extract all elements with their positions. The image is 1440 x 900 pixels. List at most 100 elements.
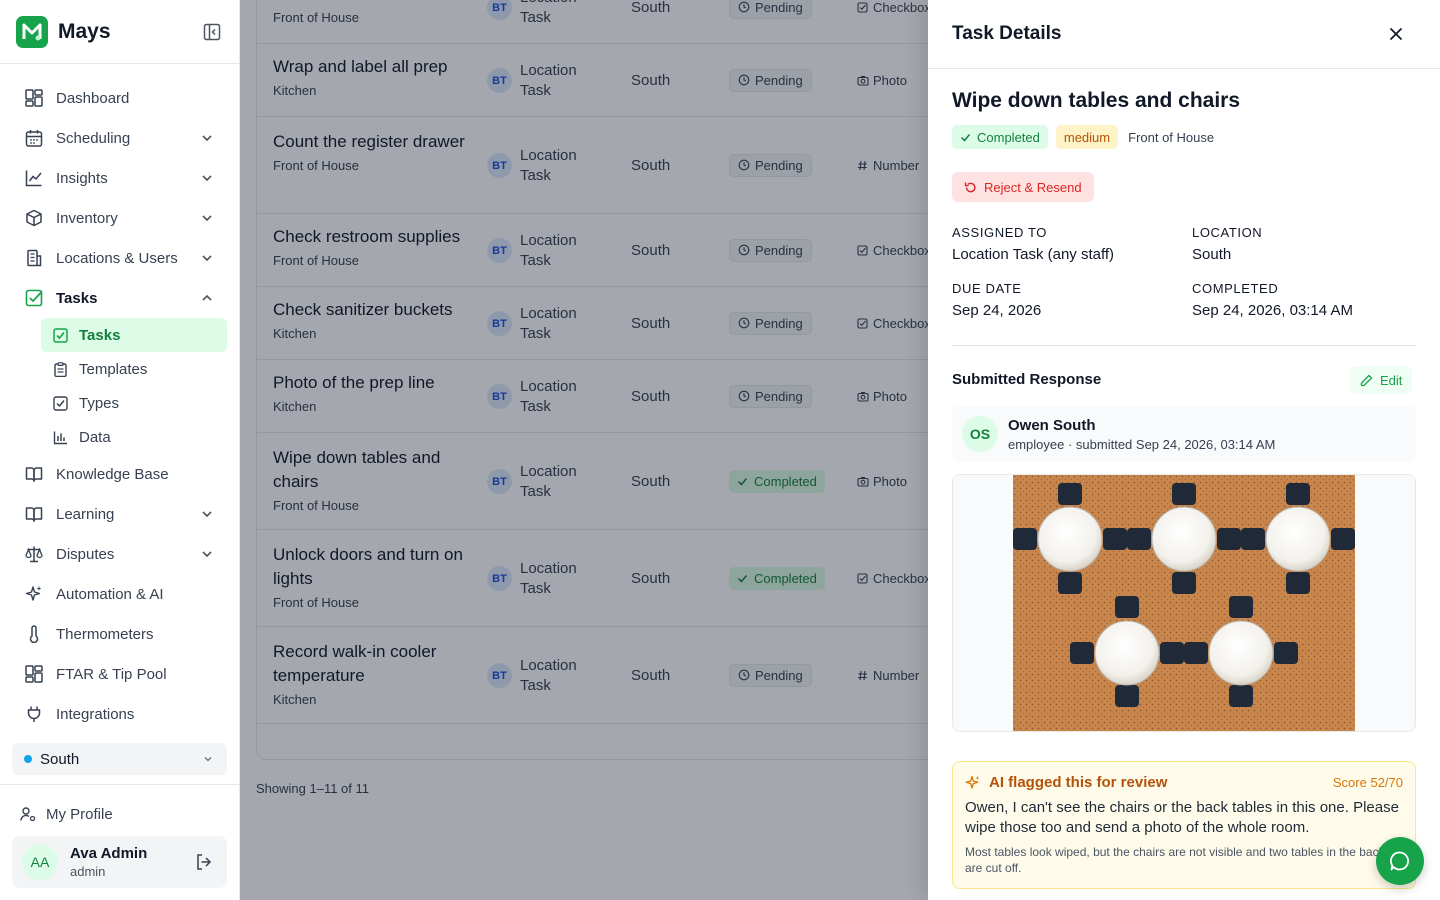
book-open-icon xyxy=(24,504,44,524)
user-card: AA Ava Admin admin xyxy=(12,836,227,888)
nav-item-learning[interactable]: Learning xyxy=(0,494,239,534)
nav-item-automation-ai[interactable]: Automation & AI xyxy=(0,574,239,614)
nav-label-dashboard: Dashboard xyxy=(56,89,130,107)
location-selector-value: South xyxy=(40,750,80,768)
chevron-down-icon xyxy=(200,211,214,225)
sparkles-icon xyxy=(24,584,44,604)
panel-title: Task Details xyxy=(952,23,1062,44)
submitted-response-title: Submitted Response xyxy=(952,371,1102,388)
nav-item-inventory[interactable]: Inventory xyxy=(0,198,239,238)
main-nav: Dashboard Scheduling Insights Inventory … xyxy=(0,64,239,734)
status-badge: Completed xyxy=(952,125,1048,149)
nav-label-knowledge-base: Knowledge Base xyxy=(56,465,169,483)
subnav-item-types[interactable]: Types xyxy=(41,386,227,420)
check-square-icon xyxy=(53,327,69,343)
nav-label-scheduling: Scheduling xyxy=(56,129,131,147)
my-profile-link[interactable]: My Profile xyxy=(20,803,113,825)
task-title: Wipe down tables and chairs xyxy=(952,89,1241,112)
line-chart-icon xyxy=(24,168,44,188)
user-role: admin xyxy=(70,864,106,879)
nav-item-thermometers[interactable]: Thermometers xyxy=(0,614,239,654)
sidebar-divider xyxy=(0,784,239,785)
submitter-meta: employee · submitted Sep 24, 2026, 03:14… xyxy=(1008,436,1276,452)
ai-review-header: AI flagged this for review Score 52/70 xyxy=(965,774,1403,791)
subnav-label-tasks: Tasks xyxy=(79,326,121,344)
subnav-label-data: Data xyxy=(79,428,111,446)
submitter-info: Owen South employee · submitted Sep 24, … xyxy=(1008,417,1275,452)
avatar: AA xyxy=(22,844,58,880)
completed-value: Sep 24, 2026, 03:14 AM xyxy=(1192,302,1353,319)
nav-item-dashboard[interactable]: Dashboard xyxy=(0,78,239,118)
ai-reason: Most tables look wiped, but the chairs a… xyxy=(965,845,1385,875)
sidebar: Mays Dashboard Scheduling Insights Inven… xyxy=(0,0,240,900)
reject-resend-button[interactable]: Reject & Resend xyxy=(952,172,1094,202)
message-circle-icon xyxy=(1389,850,1411,872)
edit-label: Edit xyxy=(1380,372,1403,388)
submitter-name: Owen South xyxy=(1008,416,1096,434)
nav-label-thermometers: Thermometers xyxy=(56,625,154,643)
nav-item-insights[interactable]: Insights xyxy=(0,158,239,198)
chat-button[interactable] xyxy=(1376,837,1424,885)
chevron-down-icon xyxy=(200,507,214,521)
nav-item-knowledge-base[interactable]: Knowledge Base xyxy=(0,454,239,494)
logout-icon[interactable] xyxy=(195,853,213,871)
close-icon[interactable] xyxy=(1386,24,1406,44)
task-details-panel: Task Details Wipe down tables and chairs… xyxy=(928,0,1440,900)
tasks-submenu: Tasks Templates Types Data xyxy=(41,318,227,454)
nav-item-disputes[interactable]: Disputes xyxy=(0,534,239,574)
ai-message: Owen, I can't see the chairs or the back… xyxy=(965,799,1399,836)
subnav-item-data[interactable]: Data xyxy=(41,420,227,454)
chevron-down-icon xyxy=(200,251,214,265)
chevron-down-icon xyxy=(200,131,214,145)
bar-chart-icon xyxy=(53,429,69,445)
book-open-icon xyxy=(24,464,44,484)
ai-score: Score 52/70 xyxy=(1332,775,1403,790)
nav-item-integrations[interactable]: Integrations xyxy=(0,694,239,734)
brand-header: Mays xyxy=(0,0,239,64)
user-name: Ava Admin xyxy=(70,845,148,862)
chevron-down-icon xyxy=(200,547,214,561)
nav-item-tasks[interactable]: Tasks xyxy=(0,278,239,318)
subnav-item-templates[interactable]: Templates xyxy=(41,352,227,386)
pencil-icon xyxy=(1360,374,1374,387)
scale-icon xyxy=(24,544,44,564)
modal-backdrop[interactable] xyxy=(240,0,928,900)
due-date-field: DUE DATE Sep 24, 2026 xyxy=(952,281,1041,319)
location-selector[interactable]: South xyxy=(12,743,227,775)
nav-label-disputes: Disputes xyxy=(56,545,115,563)
nav-item-ftar-tip-pool[interactable]: FTAR & Tip Pool xyxy=(0,654,239,694)
panel-header: Task Details xyxy=(928,0,1440,69)
assigned-to-value: Location Task (any staff) xyxy=(952,246,1115,263)
chevron-down-icon xyxy=(203,754,215,764)
due-date-label: DUE DATE xyxy=(952,281,1022,296)
check-square-icon xyxy=(24,288,44,308)
box-icon xyxy=(24,208,44,228)
category-label: Front of House xyxy=(1128,129,1215,145)
nav-label-locations-users: Locations & Users xyxy=(56,249,178,267)
nav-label-insights: Insights xyxy=(56,169,108,187)
nav-item-scheduling[interactable]: Scheduling xyxy=(0,118,239,158)
reject-resend-label: Reject & Resend xyxy=(984,179,1082,195)
nav-item-locations-users[interactable]: Locations & Users xyxy=(0,238,239,278)
building-icon xyxy=(24,248,44,268)
completed-field: COMPLETED Sep 24, 2026, 03:14 AM xyxy=(1192,281,1353,319)
dining-tables-photo xyxy=(1013,475,1355,731)
rotate-ccw-icon xyxy=(964,181,978,194)
subnav-item-tasks[interactable]: Tasks xyxy=(41,318,227,352)
priority-badge: medium xyxy=(1055,125,1119,149)
submitted-photo[interactable] xyxy=(952,474,1416,732)
edit-response-button[interactable]: Edit xyxy=(1350,366,1413,394)
ai-review-title: AI flagged this for review xyxy=(989,774,1168,791)
clipboard-icon xyxy=(53,361,69,377)
sidebar-collapse-icon[interactable] xyxy=(201,21,223,43)
brand-name: Mays xyxy=(58,19,111,43)
plug-icon xyxy=(24,704,44,724)
check-square-icon xyxy=(53,395,69,411)
nav-label-tasks: Tasks xyxy=(56,289,98,307)
brand-logo-icon[interactable] xyxy=(16,15,48,48)
nav-label-integrations: Integrations xyxy=(56,705,135,723)
location-status-dot xyxy=(24,755,32,763)
grid-icon xyxy=(24,664,44,684)
submitter-card: OS Owen South employee · submitted Sep 2… xyxy=(952,406,1416,462)
user-info: Ava Admin admin xyxy=(70,845,147,879)
